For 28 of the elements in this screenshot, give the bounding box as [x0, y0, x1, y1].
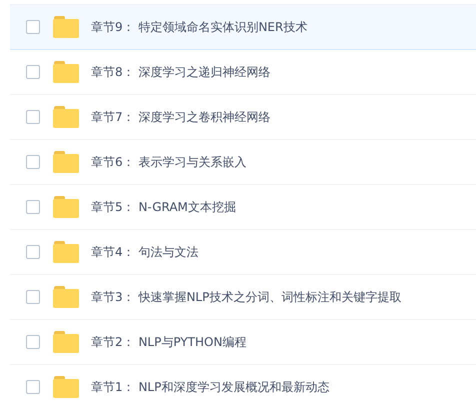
- folder-name[interactable]: 章节7： 深度学习之卷积神经网络: [91, 108, 270, 126]
- checkbox[interactable]: [26, 245, 40, 259]
- folder-icon: [53, 376, 80, 398]
- folder-name[interactable]: 章节5： N-GRAM文本挖掘: [91, 198, 236, 216]
- folder-name[interactable]: 章节9： 特定领域命名实体识别NER技术: [91, 18, 308, 36]
- checkbox[interactable]: [26, 65, 40, 79]
- checkbox[interactable]: [26, 155, 40, 169]
- folder-name[interactable]: 章节4： 句法与文法: [91, 243, 198, 261]
- folder-icon: [53, 196, 80, 218]
- folder-name[interactable]: 章节1： NLP和深度学习发展概况和最新动态: [91, 378, 330, 396]
- folder-name[interactable]: 章节2： NLP与PYTHON编程: [91, 333, 246, 351]
- folder-row[interactable]: 章节9： 特定领域命名实体识别NER技术: [10, 5, 476, 50]
- checkbox[interactable]: [26, 20, 40, 34]
- folder-name[interactable]: 章节6： 表示学习与关系嵌入: [91, 153, 246, 171]
- checkbox[interactable]: [26, 290, 40, 304]
- checkbox[interactable]: [26, 380, 40, 394]
- folder-icon: [53, 151, 80, 173]
- folder-name[interactable]: 章节3： 快速掌握NLP技术之分词、词性标注和关键字提取: [91, 288, 402, 306]
- folder-name[interactable]: 章节8： 深度学习之递归神经网络: [91, 63, 270, 81]
- folder-icon: [53, 241, 80, 263]
- folder-icon: [53, 16, 80, 38]
- checkbox[interactable]: [26, 200, 40, 214]
- folder-icon: [53, 106, 80, 128]
- checkbox[interactable]: [26, 110, 40, 124]
- folder-icon: [53, 61, 80, 83]
- folder-icon: [53, 286, 80, 308]
- checkbox[interactable]: [26, 335, 40, 349]
- folder-icon: [53, 331, 80, 353]
